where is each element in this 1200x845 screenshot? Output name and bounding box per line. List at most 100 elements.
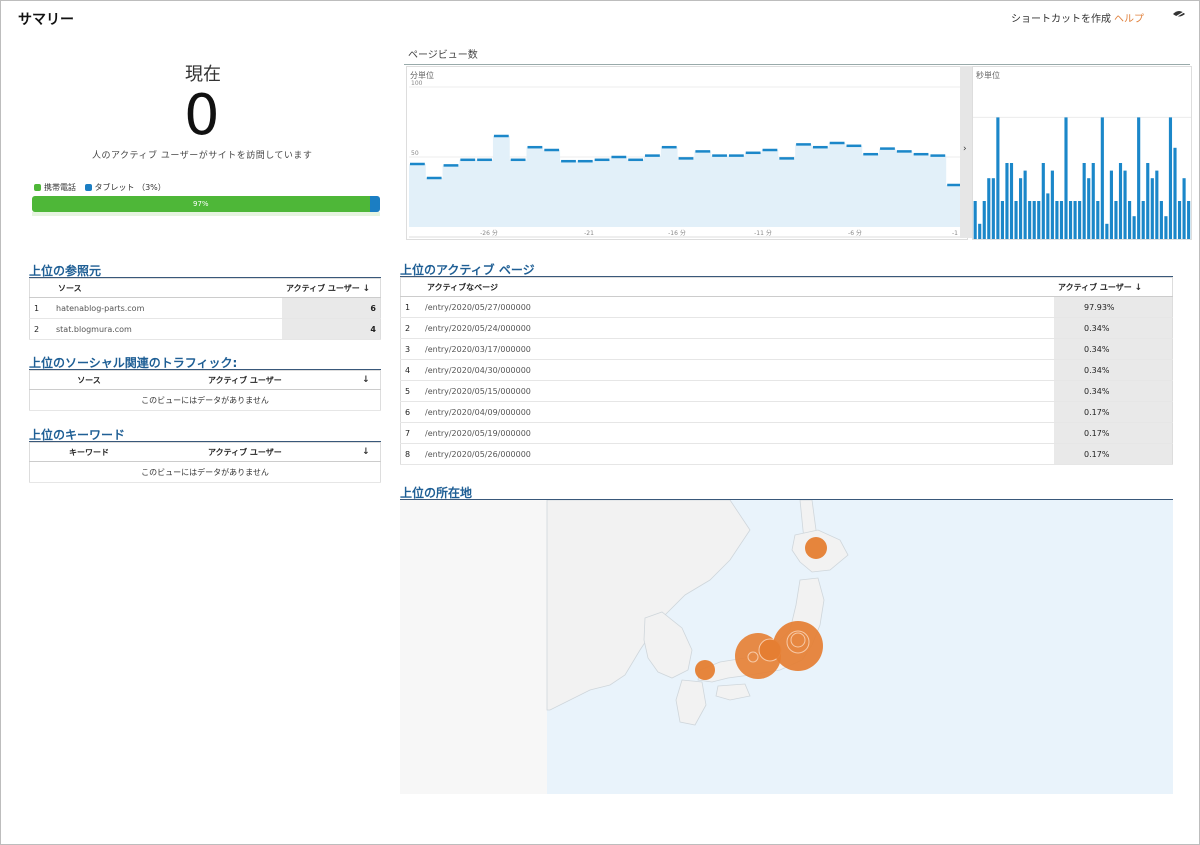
data-bar	[982, 201, 986, 239]
legend-tablet: タブレット （3%）	[84, 183, 166, 192]
column-header-source[interactable]: ソース	[29, 370, 148, 390]
data-bar	[1114, 201, 1118, 239]
column-header-users[interactable]: アクティブ ユーザー ↓	[1054, 277, 1173, 297]
create-shortcut-label: ショートカットを作成	[1011, 14, 1111, 25]
data-bar	[991, 178, 995, 239]
pageviews-divider	[404, 64, 1190, 65]
data-bar	[1168, 117, 1173, 239]
column-header-users[interactable]: アクティブ ユーザー	[148, 442, 358, 462]
series-area	[409, 136, 963, 227]
chart-scroll-handle[interactable]: ›	[960, 66, 972, 238]
data-bar	[1028, 201, 1032, 239]
active-pages-table: アクティブなページ アクティブ ユーザー ↓ 1/entry/2020/05/2…	[400, 277, 1173, 465]
data-bar	[1019, 178, 1023, 239]
table-header-row: アクティブなページ アクティブ ユーザー ↓	[400, 277, 1173, 297]
data-bar	[1082, 163, 1086, 239]
data-bar	[1118, 163, 1123, 239]
data-bar	[1164, 216, 1168, 239]
per-second-plot	[973, 116, 1191, 239]
location-marker-fukuoka	[695, 660, 715, 680]
social-table: ソース アクティブ ユーザー ↓ このビューにはデータがありません	[29, 370, 381, 411]
active-users-count: 0	[184, 83, 220, 148]
sort-down-icon: ↓	[362, 375, 370, 385]
table-empty-row: このビューにはデータがありません	[29, 461, 381, 483]
per-minute-plot: 100505-26 分-21-16 分-11 分-6 分-1	[409, 80, 963, 238]
data-bar	[1109, 170, 1113, 239]
mobile-share-fill: 97%	[32, 196, 370, 212]
column-header-users[interactable]: アクティブ ユーザー ↓	[282, 278, 381, 298]
per-minute-chart: 分単位 100505-26 分-21-16 分-11 分-6 分-1	[406, 66, 968, 240]
legend-tablet-swatch	[84, 184, 92, 191]
data-bar	[1150, 178, 1154, 239]
device-bar-shadow	[32, 212, 380, 216]
data-bar	[996, 117, 1000, 239]
keywords-table: キーワード アクティブ ユーザー ↓ このビューにはデータがありません	[29, 442, 381, 483]
table-row[interactable]: 1 hatenablog-parts.com 6	[29, 297, 381, 319]
legend-mobile-swatch	[34, 184, 41, 191]
column-header-source[interactable]: ソース	[52, 278, 282, 298]
table-empty-row: このビューにはデータがありません	[29, 389, 381, 411]
table-row[interactable]: 8/entry/2020/05/26/000000 0.17%	[400, 443, 1173, 465]
x-tick-label: -1	[952, 230, 958, 237]
column-header-keyword[interactable]: キーワード	[29, 442, 148, 462]
data-bar	[1105, 223, 1109, 239]
data-bar	[1068, 201, 1073, 239]
sort-down-icon: ↓	[362, 447, 370, 457]
data-bar	[1132, 216, 1136, 239]
device-legend: 携帯電話 タブレット （3%）	[34, 182, 166, 193]
table-row[interactable]: 7/entry/2020/05/19/000000 0.17%	[400, 422, 1173, 444]
data-bar	[1000, 201, 1004, 239]
table-row[interactable]: 1/entry/2020/05/27/000000 97.93%	[400, 296, 1173, 318]
data-bar	[1014, 201, 1018, 239]
data-bar	[1032, 201, 1036, 239]
x-tick-label: -26 分	[480, 229, 498, 237]
sort-down-icon: ↓	[1134, 282, 1143, 293]
x-tick-label: -11 分	[754, 229, 772, 237]
x-tick-label: -16 分	[668, 229, 686, 237]
page-title: サマリー	[18, 12, 74, 28]
data-bar	[973, 201, 977, 239]
data-bar	[1078, 201, 1082, 239]
column-header-page[interactable]: アクティブなページ	[421, 277, 1054, 297]
data-bar	[1182, 178, 1186, 239]
data-bar	[1177, 201, 1182, 239]
table-row[interactable]: 4/entry/2020/04/30/000000 0.34%	[400, 359, 1173, 381]
japan-map	[400, 500, 849, 794]
table-header-row: ソース アクティブ ユーザー ↓	[29, 278, 381, 298]
data-bar	[1100, 117, 1104, 239]
y-tick-label: 100	[411, 80, 423, 87]
x-tick-label: -21	[584, 230, 594, 237]
data-bar	[1046, 193, 1050, 239]
data-bar	[987, 178, 991, 239]
chevron-right-icon: ›	[963, 144, 967, 154]
data-bar	[1059, 201, 1064, 239]
data-bar	[1141, 201, 1145, 239]
create-shortcut-link[interactable]: ショートカットを作成 ヘルプ	[1011, 10, 1144, 25]
data-bar	[1073, 201, 1077, 239]
data-bar	[1050, 170, 1054, 239]
eye-icon[interactable]	[1172, 9, 1186, 21]
table-row[interactable]: 3/entry/2020/03/17/000000 0.34%	[400, 338, 1173, 360]
x-tick-label: -6 分	[848, 229, 862, 237]
data-bar	[1009, 163, 1014, 239]
location-marker-sapporo	[805, 537, 827, 559]
data-bar	[1096, 201, 1100, 239]
referrals-table: ソース アクティブ ユーザー ↓ 1 hatenablog-parts.com …	[29, 278, 381, 340]
data-bar	[1055, 201, 1059, 239]
locations-map[interactable]	[400, 500, 1173, 794]
table-row[interactable]: 2/entry/2020/05/24/000000 0.34%	[400, 317, 1173, 339]
data-bar	[978, 223, 982, 239]
column-header-users[interactable]: アクティブ ユーザー	[148, 370, 358, 390]
data-bar	[1155, 170, 1159, 239]
help-link[interactable]: ヘルプ	[1114, 14, 1144, 25]
per-second-chart: 秒単位	[972, 66, 1192, 240]
table-row[interactable]: 5/entry/2020/05/15/000000 0.34%	[400, 380, 1173, 402]
data-bar	[1041, 163, 1045, 239]
data-bar	[1128, 201, 1132, 239]
tablet-share-fill	[369, 196, 380, 212]
data-bar	[1023, 170, 1027, 239]
data-bar	[1173, 147, 1177, 239]
table-row[interactable]: 2 stat.blogmura.com 4	[29, 318, 381, 340]
data-bar	[1137, 117, 1141, 239]
table-row[interactable]: 6/entry/2020/04/09/000000 0.17%	[400, 401, 1173, 423]
